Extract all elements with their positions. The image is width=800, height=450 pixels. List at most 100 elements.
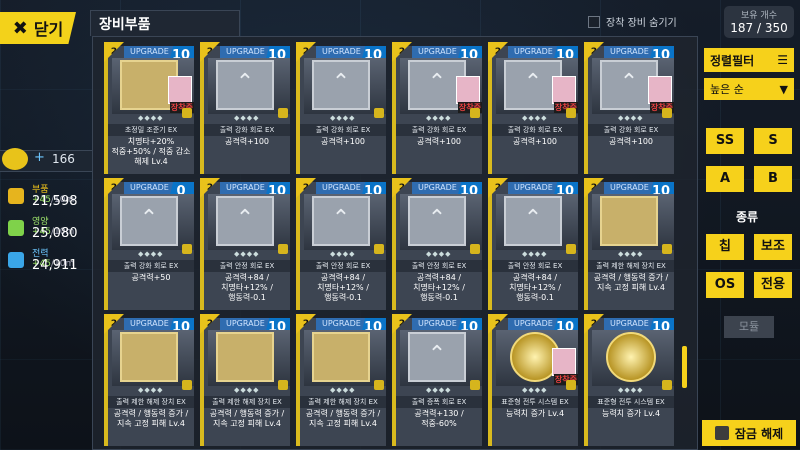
- kind-os-button[interactable]: OS: [706, 272, 744, 298]
- lock-icon: [182, 244, 192, 254]
- item-name: 출력 제한 해제 장치 EX: [108, 396, 194, 408]
- equipped-avatar: [648, 76, 672, 104]
- rank-stars: ◆◆◆◆: [234, 386, 260, 394]
- upgrade-label: UPGRADE: [508, 46, 559, 58]
- rank-stars: ◆◆◆◆: [522, 386, 548, 394]
- item-name: 출력 안정 회로 EX: [492, 260, 578, 272]
- equipment-card[interactable]: 2 UPGRADE 0 ⌃ ◆◆◆◆ 출력 강화 회로 EX 공격력+50: [104, 178, 194, 310]
- chevron-up-icon: ⌃: [139, 206, 159, 231]
- lock-icon: [470, 380, 480, 390]
- item-stat: 치명타+20% 적중+50% / 적중 감소 해제 Lv.4: [111, 137, 191, 166]
- kind-exclusive-button[interactable]: 전용: [754, 272, 792, 298]
- equipment-card[interactable]: 2 UPGRADE 10 ◆◆◆◆ 출력 제한 해제 장치 EX 공격력 / 행동력 증가…: [104, 314, 194, 446]
- item-stat: 공격력+84 / 치명타+12% / 행동력-0.1: [509, 273, 561, 302]
- equipped-avatar: [552, 76, 576, 104]
- sort-filter-button[interactable]: 정렬필터 ☰: [704, 48, 794, 72]
- module-button[interactable]: 모듈: [724, 316, 774, 338]
- item-stat: 능력치 증가 Lv.4: [601, 409, 661, 418]
- grade-a-button[interactable]: A: [706, 166, 744, 192]
- parts-value: 21,598: [32, 194, 78, 209]
- nutrition-value: 25,080: [32, 226, 78, 241]
- kind-sub-button[interactable]: 보조: [754, 234, 792, 260]
- equipment-card[interactable]: 2 UPGRADE 10 ⌃ ◆◆◆◆ 출력 강화 회로 EX 공격력+100: [200, 42, 290, 174]
- item-name: 출력 안정 회로 EX: [204, 260, 290, 272]
- grade-b-button[interactable]: B: [754, 166, 792, 192]
- upgrade-label: UPGRADE: [508, 318, 559, 330]
- equipment-card[interactable]: 2 UPGRADE 10 ◆◆◆◆ 출력 제한 해제 장치 EX 공격력 / 행동력 증가…: [296, 314, 386, 446]
- equipment-card[interactable]: 2 UPGRADE 10 ⌃ ◆◆◆◆ 출력 안정 회로 EX 공격력+84 / 치명타+1…: [392, 178, 482, 310]
- page-title: 장비부품: [90, 10, 240, 36]
- equipped-avatar: [168, 76, 192, 104]
- lock-icon: [182, 380, 192, 390]
- list-icon: ☰: [777, 53, 788, 67]
- equipment-card[interactable]: 2 UPGRADE 10 ⌃ ◆◆◆◆ 출력 안정 회로 EX 공격력+84 / 치명타+1…: [200, 178, 290, 310]
- item-icon: [216, 332, 274, 382]
- equipment-card[interactable]: 2UPGRADE10⌃장착중◆◆◆◆출력 강화 회로 EX공격력+100: [488, 42, 578, 174]
- rank-stars: ◆◆◆◆: [138, 250, 164, 258]
- item-name: 출력 안정 회로 EX: [300, 260, 386, 272]
- equipment-card[interactable]: 2UPGRADE10장착중◆◆◆◆표준형 전투 시스템 EX능력치 증가 Lv.…: [488, 314, 578, 446]
- item-name: 출력 강화 회로 EX: [492, 124, 578, 136]
- rank-stars: ◆◆◆◆: [234, 114, 260, 122]
- chevron-up-icon: ⌃: [331, 70, 351, 95]
- rank-stars: ◆◆◆◆: [426, 250, 452, 258]
- close-button[interactable]: ✖ 닫기: [0, 12, 76, 44]
- chevron-up-icon: ⌃: [235, 206, 255, 231]
- lock-icon: [374, 380, 384, 390]
- equipment-card[interactable]: 2 UPGRADE 10 ⌃ ◆◆◆◆ 출력 증폭 회로 EX 공격력+130 / 적중-6…: [392, 314, 482, 446]
- lock-icon: [182, 108, 192, 118]
- sort-order-select[interactable]: 높은 순 ▼: [704, 78, 794, 100]
- resource-parts: 부품 +45/10m 21,598: [8, 182, 92, 212]
- equipment-card[interactable]: 2 UPGRADE 10 ◆◆◆◆ 출력 제한 해제 장치 EX 공격력 / 행동력 증가…: [584, 178, 674, 310]
- upgrade-label: UPGRADE: [604, 318, 655, 330]
- item-name: 표준형 전투 시스템 EX: [492, 396, 578, 408]
- item-icon: [312, 332, 370, 382]
- kind-label: 종류: [736, 210, 759, 224]
- hide-equipped-label: 장착 장비 숨기기: [606, 18, 677, 29]
- chevron-up-icon: ⌃: [523, 70, 543, 95]
- upgrade-label: UPGRADE: [412, 46, 463, 58]
- capacity-box: 보유 개수 187 / 350: [724, 6, 794, 38]
- chevron-up-icon: ⌃: [331, 206, 351, 231]
- upgrade-label: UPGRADE: [508, 182, 559, 194]
- lock-release-button[interactable]: 잠금 해제: [702, 420, 796, 446]
- item-name: 출력 제한 해제 장치 EX: [588, 260, 674, 272]
- chevron-up-icon: ⌃: [427, 206, 447, 231]
- item-name: 출력 강화 회로 EX: [108, 260, 194, 272]
- grade-ss-button[interactable]: SS: [706, 128, 744, 154]
- item-icon: [606, 332, 656, 382]
- plus-icon[interactable]: +: [34, 150, 45, 165]
- equipment-card[interactable]: 2 UPGRADE 10 ⌃ ◆◆◆◆ 출력 강화 회로 EX 공격력+100: [296, 42, 386, 174]
- nutrition-icon: [8, 220, 24, 236]
- item-name: 출력 제한 해제 장치 EX: [300, 396, 386, 408]
- rank-stars: ◆◆◆◆: [618, 250, 644, 258]
- lock-release-label: 잠금 해제: [734, 426, 784, 441]
- equipment-card[interactable]: 2UPGRADE10⌃장착중◆◆◆◆출력 강화 회로 EX공격력+100: [584, 42, 674, 174]
- scrollbar[interactable]: [682, 346, 687, 388]
- equipment-card[interactable]: 2 UPGRADE 10 ◆◆◆◆ 표준형 전투 시스템 EX 능력치 증가 Lv.4: [584, 314, 674, 446]
- equipment-card[interactable]: 2UPGRADE10장착중◆◆◆◆초정밀 조준기 EX치명타+20% 적중+50…: [104, 42, 194, 174]
- lock-icon: [470, 244, 480, 254]
- item-stat: 공격력+100: [320, 137, 366, 146]
- rank-stars: ◆◆◆◆: [234, 250, 260, 258]
- lock-icon: [566, 380, 576, 390]
- item-name: 출력 강화 회로 EX: [204, 124, 290, 136]
- rank-stars: ◆◆◆◆: [138, 114, 164, 122]
- item-stat: 공격력 / 행동력 증가 / 지속 고정 피해 Lv.4: [305, 409, 381, 428]
- item-stat: 공격력+100: [512, 137, 558, 146]
- capacity-label: 보유 개수: [741, 11, 777, 21]
- lock-icon: [662, 380, 672, 390]
- upgrade-label: UPGRADE: [412, 318, 463, 330]
- equipment-card[interactable]: 2 UPGRADE 10 ◆◆◆◆ 출력 제한 해제 장치 EX 공격력 / 행동력 증가…: [200, 314, 290, 446]
- close-icon: ✖: [12, 17, 28, 39]
- rank-stars: ◆◆◆◆: [330, 114, 356, 122]
- equipment-card[interactable]: 2 UPGRADE 10 ⌃ ◆◆◆◆ 출력 안정 회로 EX 공격력+84 / 치명타+1…: [296, 178, 386, 310]
- battery-icon: [8, 252, 24, 268]
- grade-s-button[interactable]: S: [754, 128, 792, 154]
- equipment-card[interactable]: 2 UPGRADE 10 ⌃ ◆◆◆◆ 출력 안정 회로 EX 공격력+84 / 치명타+1…: [488, 178, 578, 310]
- equipment-card[interactable]: 2UPGRADE10⌃장착중◆◆◆◆출력 강화 회로 EX공격력+100: [392, 42, 482, 174]
- kind-chip-button[interactable]: 칩: [706, 234, 744, 260]
- hide-equipped-toggle[interactable]: 장착 장비 숨기기: [588, 14, 677, 29]
- lock-icon: [278, 380, 288, 390]
- chevron-up-icon: ⌃: [427, 342, 447, 367]
